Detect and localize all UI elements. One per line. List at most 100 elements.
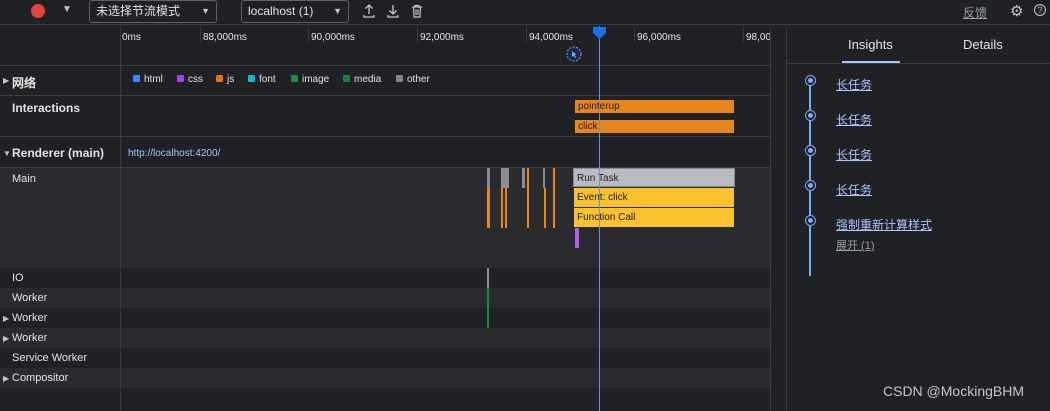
- insight-forced-recalc-style-link[interactable]: 强制重新计算样式: [836, 216, 932, 233]
- tick-line: [200, 26, 201, 42]
- help-icon[interactable]: ?: [1034, 4, 1046, 16]
- legend-item-media: media: [343, 74, 381, 85]
- js-activity-slice[interactable]: [544, 188, 546, 228]
- worker-slice[interactable]: [487, 308, 489, 328]
- io-slice[interactable]: [487, 268, 489, 288]
- tick-line: [417, 26, 418, 42]
- flame-label: Event: click: [577, 192, 628, 203]
- interactions-track[interactable]: Interactions pointerup click: [0, 97, 770, 137]
- worker-track-label: Worker: [12, 312, 48, 324]
- expand-triangle-icon[interactable]: ▶: [3, 374, 9, 383]
- legend-label: js: [227, 74, 235, 85]
- record-button[interactable]: [31, 4, 45, 18]
- expand-more-link[interactable]: 展开 (1): [836, 237, 875, 253]
- legend-item-css: css: [177, 74, 203, 85]
- trash-icon[interactable]: [409, 3, 425, 19]
- upload-icon[interactable]: [361, 3, 377, 19]
- insight-long-task-link[interactable]: 长任务: [836, 146, 872, 163]
- worker-slice[interactable]: [487, 288, 489, 308]
- legend-label: html: [144, 74, 163, 85]
- main-track-label: Main: [12, 173, 36, 185]
- panel-divider[interactable]: [770, 26, 771, 411]
- flame-label: Run Task: [577, 173, 619, 184]
- flame-run-task[interactable]: Run Task: [573, 168, 735, 187]
- feedback-link[interactable]: 反馈: [963, 4, 987, 21]
- task-slice[interactable]: [501, 168, 509, 188]
- legend-label: media: [354, 74, 382, 85]
- chevron-down-icon: ▼: [333, 6, 342, 16]
- insight-dot: [806, 216, 815, 225]
- interaction-marker-icon[interactable]: [566, 46, 582, 62]
- expand-triangle-icon[interactable]: ▶: [3, 76, 9, 85]
- target-select[interactable]: localhost (1) ▼: [241, 0, 349, 23]
- insight-dot: [806, 181, 815, 190]
- service-worker-track-label: Service Worker: [12, 352, 87, 364]
- worker-track[interactable]: Worker: [0, 288, 770, 308]
- expand-triangle-icon[interactable]: ▶: [3, 334, 9, 343]
- insight-long-task-link[interactable]: 长任务: [836, 181, 872, 198]
- flame-function-call[interactable]: Function Call: [574, 208, 734, 227]
- insight-dot: [806, 111, 815, 120]
- service-worker-track[interactable]: Service Worker: [0, 348, 770, 368]
- label-column-divider: [120, 26, 121, 411]
- compositor-track-label: Compositor: [12, 372, 69, 384]
- tabs-divider: [786, 63, 1050, 64]
- insight-dot: [806, 146, 815, 155]
- legend-item-other: other: [396, 74, 430, 85]
- js-activity-slice[interactable]: [527, 168, 529, 228]
- tick-label: 96,000ms: [637, 32, 681, 43]
- toolbar: ▼ 未选择节流模式 ▼ localhost (1) ▼ 反馈 ⚙ ?: [0, 0, 1050, 25]
- tick-label: 94,000ms: [529, 32, 573, 43]
- expand-triangle-icon[interactable]: ▶: [3, 314, 9, 323]
- io-track[interactable]: IO: [0, 268, 770, 288]
- task-slice[interactable]: [487, 168, 490, 188]
- tick-label: 90,000ms: [311, 32, 355, 43]
- js-activity-slice[interactable]: [553, 168, 555, 228]
- insight-long-task-link[interactable]: 长任务: [836, 76, 872, 93]
- tab-details[interactable]: Details: [963, 37, 1003, 52]
- target-select-value: localhost (1): [248, 4, 314, 18]
- download-icon[interactable]: [385, 3, 401, 19]
- interaction-label: click: [578, 121, 598, 132]
- watermark: CSDN @MockingBHM: [883, 383, 1025, 399]
- legend-item-image: image: [291, 74, 329, 85]
- legend-label: css: [188, 74, 203, 85]
- worker-track-label: Worker: [12, 292, 48, 304]
- task-slice[interactable]: [543, 168, 545, 188]
- tick-label: 0ms: [122, 32, 141, 43]
- renderer-track-header[interactable]: ▼ Renderer (main) http://localhost:4200/: [0, 138, 770, 168]
- layout-slice[interactable]: [575, 228, 579, 248]
- interactions-track-label: Interactions: [12, 101, 81, 115]
- flame-event-click[interactable]: Event: click: [574, 188, 734, 207]
- insight-dot: [806, 76, 815, 85]
- time-ruler[interactable]: 0ms 88,000ms 90,000ms 92,000ms 94,000ms …: [0, 26, 770, 66]
- playhead-line[interactable]: [599, 26, 600, 411]
- worker-track-label: Worker: [12, 332, 48, 344]
- worker-track[interactable]: ▶ Worker: [0, 308, 770, 328]
- tick-label: 88,000ms: [203, 32, 247, 43]
- compositor-track[interactable]: ▶ Compositor: [0, 368, 770, 388]
- playhead-marker-icon[interactable]: [593, 27, 606, 39]
- task-slice[interactable]: [522, 168, 525, 188]
- tab-insights[interactable]: Insights: [848, 37, 893, 52]
- insight-long-task-link[interactable]: 长任务: [836, 111, 872, 128]
- tick-line: [308, 26, 309, 42]
- legend-item-js: js: [216, 74, 234, 85]
- legend-item-html: html: [133, 74, 163, 85]
- gear-icon[interactable]: ⚙: [1010, 2, 1023, 20]
- tick-label: 98,00: [746, 32, 770, 43]
- network-track[interactable]: ▶ 网络 html css js font image media other: [0, 66, 770, 96]
- tick-label: 92,000ms: [420, 32, 464, 43]
- main-thread-track[interactable]: Main Run Task Event: click Function Call: [0, 168, 770, 268]
- io-track-label: IO: [12, 272, 24, 284]
- worker-track[interactable]: ▶ Worker: [0, 328, 770, 348]
- expand-triangle-icon[interactable]: ▼: [3, 149, 11, 158]
- timeline-panel[interactable]: 0ms 88,000ms 90,000ms 92,000ms 94,000ms …: [0, 26, 770, 411]
- tick-line: [634, 26, 635, 42]
- legend-label: other: [407, 74, 430, 85]
- record-menu-caret-icon[interactable]: ▼: [62, 4, 72, 15]
- throttle-select[interactable]: 未选择节流模式 ▼: [89, 0, 217, 23]
- legend-item-font: font: [248, 74, 276, 85]
- renderer-track-label: Renderer (main): [12, 146, 105, 160]
- tick-line: [743, 26, 744, 42]
